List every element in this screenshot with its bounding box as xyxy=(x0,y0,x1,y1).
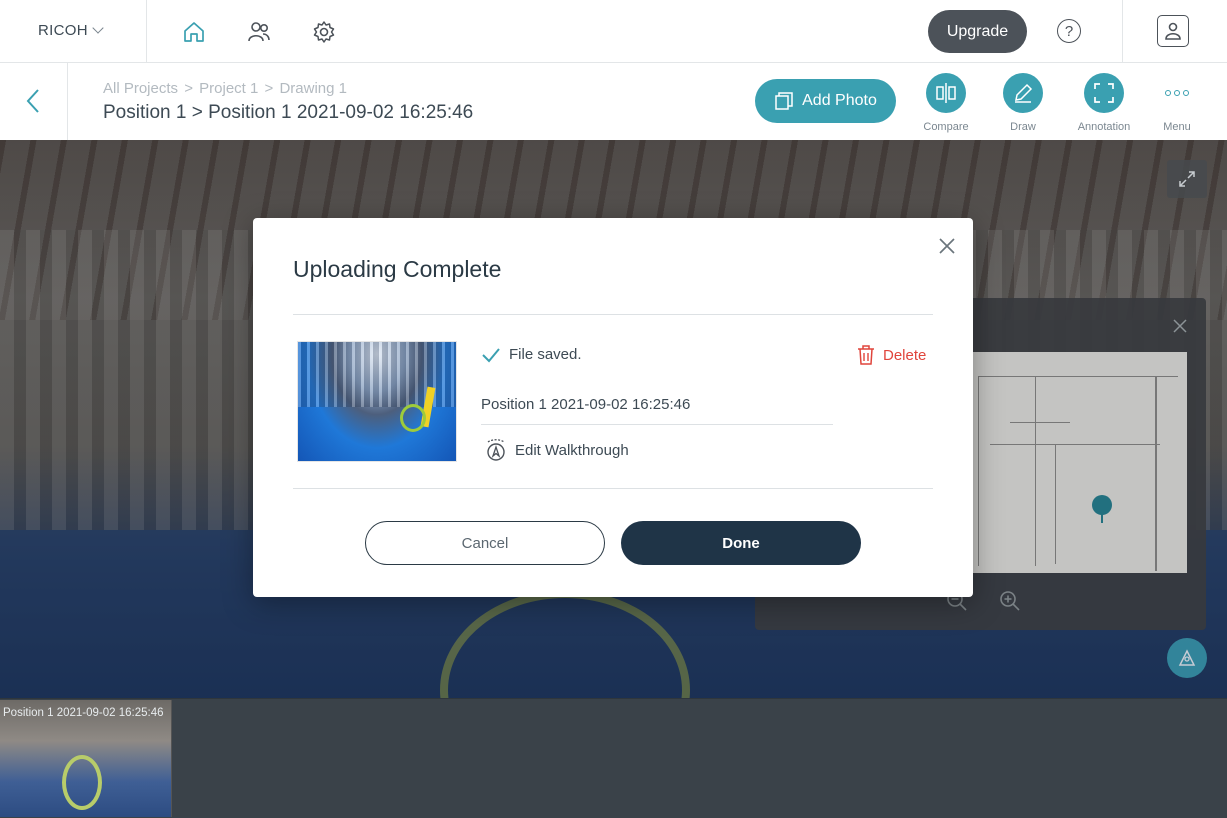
top-bar: RICOH Upgrade ? xyxy=(0,0,1227,63)
upload-complete-dialog: Uploading Complete File saved. Delete Po… xyxy=(253,218,973,597)
walkthrough-icon xyxy=(487,439,505,461)
brand-label: RICOH xyxy=(38,22,88,39)
dialog-title: Uploading Complete xyxy=(293,256,502,282)
divider xyxy=(1122,0,1123,63)
brand-menu[interactable]: RICOH xyxy=(38,22,104,39)
delete-button[interactable]: Delete xyxy=(857,344,926,366)
more-icon xyxy=(1157,73,1197,113)
breadcrumb-separator: > xyxy=(264,80,274,97)
compare-icon xyxy=(926,73,966,113)
profile-icon[interactable] xyxy=(1157,15,1189,47)
divider xyxy=(67,63,68,140)
photos-icon xyxy=(775,92,793,110)
project-header: All Projects > Project 1 > Drawing 1 Pos… xyxy=(0,63,1227,140)
breadcrumb-separator: > xyxy=(184,80,193,97)
zoom-in-icon[interactable] xyxy=(998,589,1022,613)
status-text: File saved. xyxy=(509,346,582,363)
fullscreen-icon[interactable] xyxy=(1167,160,1207,198)
menu-button[interactable]: Menu xyxy=(1142,73,1212,133)
back-arrow-icon[interactable] xyxy=(22,86,46,116)
edit-walkthrough-link[interactable]: Edit Walkthrough xyxy=(485,438,629,462)
draw-button[interactable]: Draw xyxy=(988,73,1058,133)
home-icon[interactable] xyxy=(180,18,208,46)
divider xyxy=(146,0,147,63)
draw-label: Draw xyxy=(1010,121,1036,133)
breadcrumb-all-projects[interactable]: All Projects xyxy=(103,80,178,97)
cancel-button[interactable]: Cancel xyxy=(365,521,605,565)
divider xyxy=(481,424,833,425)
divider xyxy=(293,488,933,489)
chevron-down-icon xyxy=(92,22,104,34)
breadcrumb-project[interactable]: Project 1 xyxy=(199,80,258,97)
breadcrumb-drawing[interactable]: Drawing 1 xyxy=(279,80,347,97)
users-icon[interactable] xyxy=(245,18,273,46)
help-icon[interactable]: ? xyxy=(1057,19,1081,43)
pencil-icon xyxy=(1003,73,1043,113)
menu-label: Menu xyxy=(1163,121,1191,133)
delete-label: Delete xyxy=(883,346,927,364)
checkmark-icon xyxy=(482,347,500,362)
trash-icon xyxy=(858,345,874,365)
add-photo-label: Add Photo xyxy=(802,92,877,109)
position-pin-icon[interactable] xyxy=(1092,495,1112,523)
floor-plan-toggle-icon[interactable] xyxy=(1167,638,1207,678)
photo-thumbnail xyxy=(297,341,457,462)
annotation-label: Annotation xyxy=(1077,121,1131,133)
compare-button[interactable]: Compare xyxy=(911,73,981,133)
filmstrip: Position 1 2021-09-02 16:25:46 xyxy=(0,698,1227,818)
upgrade-button[interactable]: Upgrade xyxy=(928,10,1027,53)
position-name: Position 1 2021-09-02 16:25:46 xyxy=(481,396,691,413)
filmstrip-item-label: Position 1 2021-09-02 16:25:46 xyxy=(3,707,164,719)
done-button[interactable]: Done xyxy=(621,521,861,565)
annotation-icon xyxy=(1084,73,1124,113)
close-icon[interactable] xyxy=(937,236,957,256)
close-icon[interactable] xyxy=(1172,318,1188,334)
page-title: Position 1 > Position 1 2021-09-02 16:25… xyxy=(103,102,474,123)
compare-label: Compare xyxy=(923,121,969,133)
edit-walkthrough-label: Edit Walkthrough xyxy=(515,441,629,459)
breadcrumb: All Projects > Project 1 > Drawing 1 xyxy=(103,80,349,97)
floor-plan[interactable] xyxy=(970,352,1187,573)
upload-status: File saved. xyxy=(481,346,582,363)
add-photo-button[interactable]: Add Photo xyxy=(755,79,896,123)
gear-icon[interactable] xyxy=(310,18,338,46)
annotation-button[interactable]: Annotation xyxy=(1069,73,1139,133)
divider xyxy=(293,314,933,315)
filmstrip-item[interactable]: Position 1 2021-09-02 16:25:46 xyxy=(0,700,172,817)
